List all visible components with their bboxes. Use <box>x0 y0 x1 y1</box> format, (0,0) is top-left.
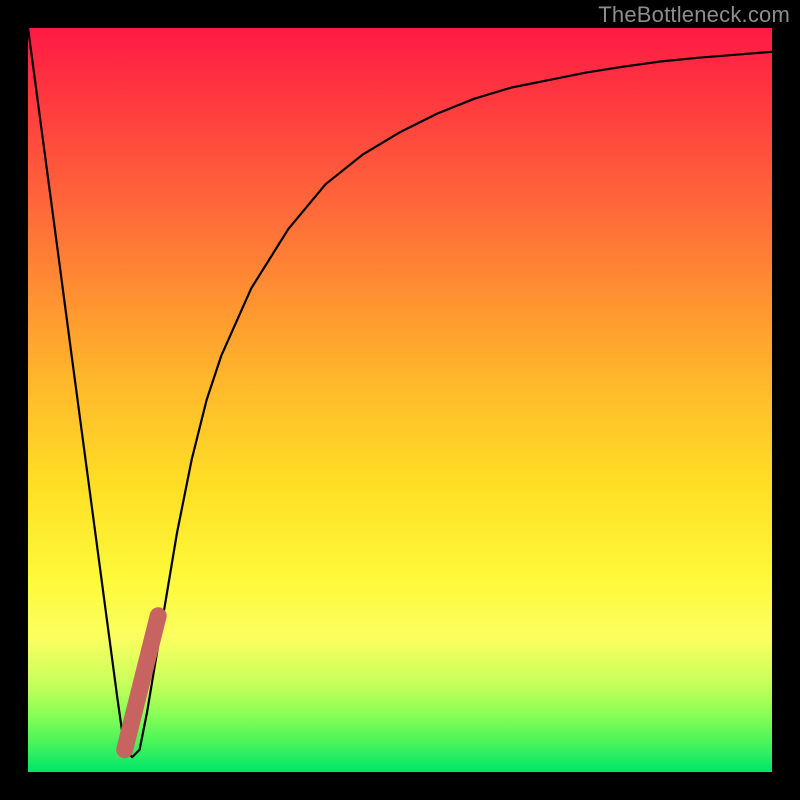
chart-svg <box>0 0 800 800</box>
bottleneck-curve <box>28 28 772 757</box>
highlight-marker <box>125 616 159 750</box>
chart-container: TheBottleneck.com <box>0 0 800 800</box>
curve-group <box>28 28 772 757</box>
